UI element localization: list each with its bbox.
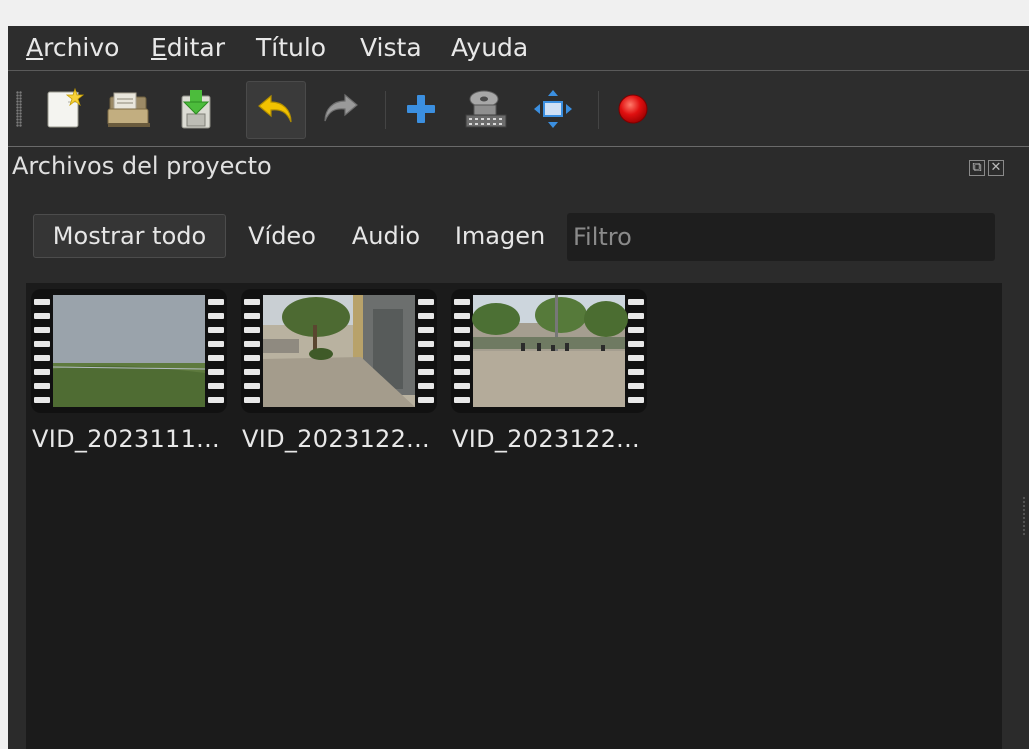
menu-archivo[interactable]: Archivo xyxy=(26,34,119,62)
menu-archivo-accel: A xyxy=(26,33,44,62)
app-window: Archivo Editar Título Vista Ayuda Archiv… xyxy=(8,26,1029,749)
redo-button[interactable] xyxy=(312,81,368,137)
file-item-label: VID_2023111... xyxy=(32,425,220,453)
filter-image-button[interactable]: Imagen xyxy=(448,214,552,258)
panel-resize-handle[interactable] xyxy=(1022,496,1026,536)
project-files-list: VID_2023111... VID_2023122... VID_202312… xyxy=(26,283,1002,749)
menu-titulo-label: Título xyxy=(256,33,327,62)
dock-title: Archivos del proyecto xyxy=(12,152,272,180)
toolbar-grip-handle[interactable] xyxy=(16,91,22,127)
dock-close-icon[interactable]: ✕ xyxy=(988,160,1004,176)
undo-button[interactable] xyxy=(246,81,306,139)
main-toolbar xyxy=(8,71,1029,147)
menu-bar: Archivo Editar Título Vista Ayuda xyxy=(8,26,1029,71)
export-video-icon xyxy=(618,94,648,124)
menu-vista-label: Vista xyxy=(360,33,422,62)
menu-archivo-label: rchivo xyxy=(43,33,120,62)
menu-editar-accel: E xyxy=(151,33,167,62)
fullscreen-icon xyxy=(534,90,572,128)
file-item-label: VID_2023122... xyxy=(452,425,640,453)
toolbar-separator xyxy=(385,91,386,129)
export-video-button[interactable] xyxy=(605,81,661,137)
save-project-button[interactable] xyxy=(168,81,224,137)
menu-editar[interactable]: Editar xyxy=(151,34,225,62)
file-item-thumbnail[interactable] xyxy=(451,289,647,413)
filter-input[interactable] xyxy=(567,213,995,261)
filter-audio-button[interactable]: Audio xyxy=(342,214,430,258)
file-item-thumbnail[interactable] xyxy=(31,289,227,413)
menu-vista[interactable]: Vista xyxy=(360,34,422,62)
video-thumbnail xyxy=(451,289,647,413)
filter-show-all-button[interactable]: Mostrar todo xyxy=(33,214,226,258)
dock-float-icon[interactable]: ⧉ xyxy=(969,160,985,176)
open-project-button[interactable] xyxy=(101,81,157,137)
menu-titulo[interactable]: Título xyxy=(256,34,326,62)
profile-button[interactable] xyxy=(458,81,514,137)
video-thumbnail xyxy=(241,289,437,413)
menu-editar-label: ditar xyxy=(166,33,226,62)
file-item-thumbnail[interactable] xyxy=(241,289,437,413)
toolbar-separator xyxy=(598,91,599,129)
redo-icon xyxy=(324,93,358,122)
video-thumbnail xyxy=(31,289,227,413)
fullscreen-button[interactable] xyxy=(525,81,581,137)
undo-icon xyxy=(258,94,292,123)
open-project-icon xyxy=(107,92,150,127)
new-project-button[interactable] xyxy=(36,81,92,137)
import-files-icon xyxy=(407,95,435,123)
menu-ayuda-label: Ayuda xyxy=(451,33,529,62)
file-item-label: VID_2023122... xyxy=(242,425,430,453)
menu-ayuda[interactable]: Ayuda xyxy=(451,34,528,62)
save-project-icon xyxy=(181,90,211,129)
import-files-button[interactable] xyxy=(393,81,449,137)
filter-video-button[interactable]: Vídeo xyxy=(236,214,328,258)
profile-icon xyxy=(465,90,507,128)
new-project-icon xyxy=(47,87,85,128)
